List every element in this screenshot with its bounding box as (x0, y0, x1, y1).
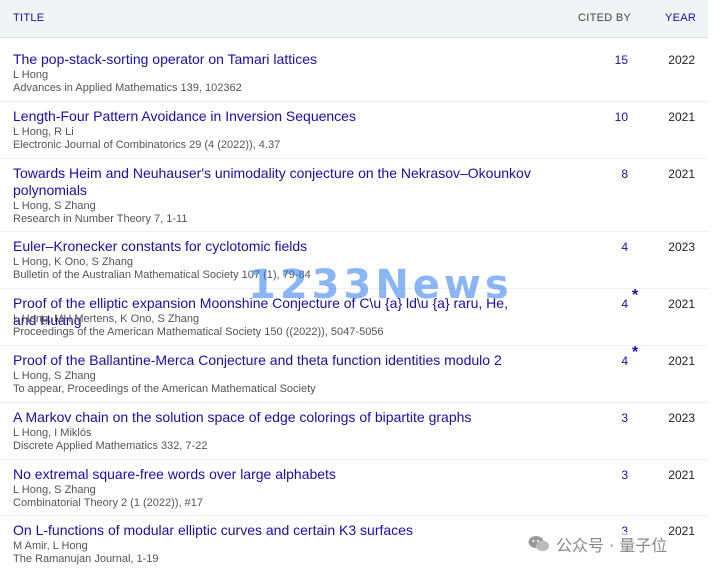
article-title-link[interactable]: Euler–Kronecker constants for cyclotomic… (13, 238, 533, 255)
article-year: 2022 (668, 53, 695, 67)
merged-citation-star-icon[interactable]: * (632, 287, 638, 305)
watermark: 1233News (248, 262, 513, 308)
article-year: 2021 (668, 297, 695, 311)
article-venue: Proceedings of the American Mathematical… (13, 326, 384, 338)
row-divider (0, 101, 708, 102)
row-divider (0, 345, 708, 346)
article-title-link[interactable]: Towards Heim and Neuhauser's unimodality… (13, 165, 533, 199)
article-venue: Combinatorial Theory 2 (1 (2022)), #17 (13, 497, 203, 509)
article-authors: L Hong, MH Mertens, K Ono, S Zhang (13, 313, 200, 325)
article-title-link[interactable]: Proof of the Ballantine-Merca Conjecture… (13, 352, 533, 369)
article-title-link[interactable]: The pop-stack-sorting operator on Tamari… (13, 51, 533, 68)
wechat-badge: 公众号 · 量子位 (528, 532, 668, 556)
article-title-link[interactable]: Length-Four Pattern Avoidance in Inversi… (13, 108, 533, 125)
article-year: 2021 (668, 167, 695, 181)
row-divider (0, 158, 708, 159)
article-venue: Advances in Applied Mathematics 139, 102… (13, 82, 242, 94)
article-authors: L Hong (13, 69, 49, 81)
cited-by-count-link[interactable]: 3 (560, 411, 628, 425)
article-authors: L Hong, K Ono, S Zhang (13, 256, 134, 268)
cited-by-column-header: CITED BY (578, 12, 632, 24)
row-divider (0, 515, 708, 516)
row-divider (0, 231, 708, 232)
wechat-label: 公众号 · 量子位 (556, 536, 668, 555)
article-year: 2021 (668, 110, 695, 124)
cited-by-count-link[interactable]: 15 (560, 53, 628, 67)
article-venue: Electronic Journal of Combinatorics 29 (… (13, 139, 281, 151)
article-authors: L Hong, S Zhang (13, 484, 96, 496)
article-authors: L Hong, R Li (13, 126, 74, 138)
article-authors: L Hong, S Zhang (13, 200, 96, 212)
article-year: 2023 (668, 240, 695, 254)
article-title-link[interactable]: No extremal square-free words over large… (13, 466, 533, 483)
cited-by-count-link[interactable]: 8 (560, 167, 628, 181)
cited-by-count-link[interactable]: 4 (560, 354, 628, 368)
article-venue: To appear, Proceedings of the American M… (13, 383, 316, 395)
article-year: 2021 (668, 468, 695, 482)
cited-by-count-link[interactable]: 3 (560, 468, 628, 482)
article-venue: Research in Number Theory 7, 1-11 (13, 213, 188, 225)
article-authors: L Hong, I Miklós (13, 427, 92, 439)
article-title-link[interactable]: A Markov chain on the solution space of … (13, 409, 533, 426)
article-venue: Discrete Applied Mathematics 332, 7-22 (13, 440, 208, 452)
article-authors: M Amir, L Hong (13, 540, 88, 552)
article-year: 2021 (668, 354, 695, 368)
article-venue: The Ramanujan Journal, 1-19 (13, 553, 159, 565)
cited-by-count-link[interactable]: 4 (560, 240, 628, 254)
article-title-link[interactable]: On L-functions of modular elliptic curve… (13, 522, 533, 539)
table-header: TITLE CITED BY YEAR (0, 0, 708, 38)
merged-citation-star-icon[interactable]: * (632, 344, 638, 362)
cited-by-count-link[interactable]: 4 (560, 297, 628, 311)
row-divider (0, 459, 708, 460)
row-divider (0, 402, 708, 403)
cited-by-count-link[interactable]: 10 (560, 110, 628, 124)
wechat-icon (528, 536, 549, 552)
title-column-header[interactable]: TITLE (13, 12, 44, 24)
year-column-header[interactable]: YEAR (665, 12, 696, 24)
article-year: 2023 (668, 411, 695, 425)
article-authors: L Hong, S Zhang (13, 370, 96, 382)
